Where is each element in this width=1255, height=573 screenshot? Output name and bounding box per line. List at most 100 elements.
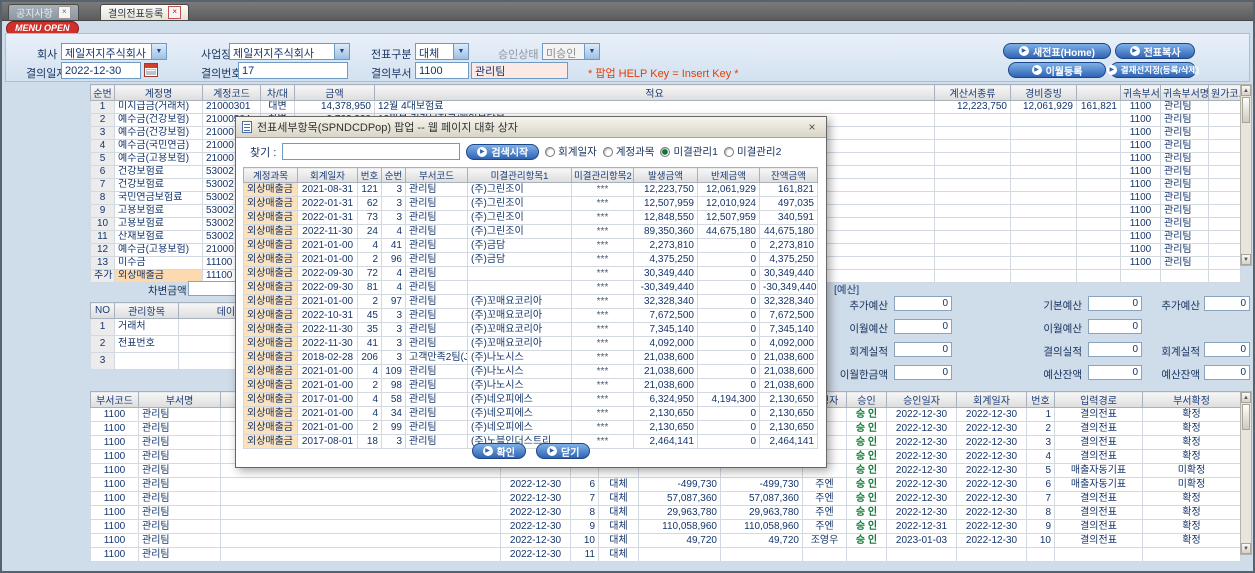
cell[interactable] bbox=[467, 280, 572, 295]
cell[interactable]: 1100 bbox=[90, 449, 139, 464]
cell[interactable]: 관리팀 bbox=[138, 435, 221, 450]
cell[interactable] bbox=[1076, 269, 1121, 283]
cell[interactable]: 7,345,140 bbox=[633, 322, 698, 337]
cell[interactable] bbox=[956, 547, 1027, 562]
cell[interactable]: *** bbox=[571, 336, 634, 351]
cell[interactable]: (주)나노시스 bbox=[467, 364, 572, 379]
cell[interactable]: 5 bbox=[1026, 463, 1055, 478]
column-header[interactable]: 계정과목 bbox=[243, 167, 298, 183]
table-row[interactable]: 외상매출금 2022-01-31 73 3 관리팀 (주)그린조이 *** 12,848,55… bbox=[243, 210, 818, 225]
cell[interactable]: 9 bbox=[570, 519, 599, 534]
cell[interactable]: 2022-12-30 bbox=[956, 519, 1027, 534]
cell[interactable]: 관리팀 bbox=[405, 224, 468, 239]
cell[interactable] bbox=[220, 477, 501, 492]
table-row[interactable]: 외상매출금 2021-01-00 4 109 관리팀 (주)나노시스 *** 21,038,6… bbox=[243, 364, 818, 379]
cell[interactable] bbox=[1076, 165, 1121, 179]
cell[interactable]: 2,130,650 bbox=[759, 392, 818, 407]
cell[interactable]: 34 bbox=[381, 406, 406, 421]
cell[interactable]: 21,038,600 bbox=[759, 364, 818, 379]
column-header[interactable]: 발생금액 bbox=[633, 167, 698, 183]
cell[interactable]: 2022-12-30 bbox=[500, 491, 571, 506]
chevron-down-icon[interactable]: ▼ bbox=[584, 44, 599, 59]
cell[interactable] bbox=[220, 519, 501, 534]
cell[interactable]: 관리팀 bbox=[405, 266, 468, 281]
cell[interactable]: 41 bbox=[357, 336, 382, 351]
cell[interactable]: 12월 4대보험료 bbox=[374, 100, 935, 114]
cell[interactable]: 관리팀 bbox=[138, 421, 221, 436]
cell[interactable]: *** bbox=[571, 238, 634, 253]
popup-close-icon[interactable]: × bbox=[804, 120, 820, 134]
cell[interactable]: 62 bbox=[357, 196, 382, 211]
cell[interactable]: 예수금(고용보험) bbox=[114, 152, 203, 166]
cell[interactable]: 0 bbox=[697, 266, 760, 281]
cell[interactable]: 0 bbox=[697, 378, 760, 393]
cell[interactable]: 0 bbox=[697, 294, 760, 309]
cell[interactable]: 2022-12-30 bbox=[500, 505, 571, 520]
cell[interactable] bbox=[1010, 191, 1077, 205]
cell[interactable]: 2022-12-30 bbox=[500, 477, 571, 492]
cell[interactable] bbox=[1076, 243, 1121, 257]
cell[interactable]: 외상매출금 bbox=[243, 378, 298, 393]
cell[interactable]: 외상매출금 bbox=[243, 224, 298, 239]
cell[interactable]: 21,038,600 bbox=[633, 378, 698, 393]
cell[interactable]: 2022-12-30 bbox=[886, 421, 957, 436]
dept-code-input[interactable] bbox=[415, 62, 469, 79]
cell[interactable]: 44,675,180 bbox=[759, 224, 818, 239]
cell[interactable]: 12 bbox=[90, 243, 115, 257]
cell[interactable]: 관리팀 bbox=[1160, 100, 1209, 114]
cell[interactable]: -30,349,440 bbox=[633, 280, 698, 295]
copy-slip-button[interactable]: ▶ 전표복사 bbox=[1115, 43, 1195, 59]
cell[interactable] bbox=[934, 243, 1011, 257]
cell[interactable] bbox=[934, 113, 1011, 127]
cell[interactable]: 497,035 bbox=[759, 196, 818, 211]
cell[interactable]: 외상매출금 bbox=[243, 336, 298, 351]
cell[interactable]: 8 bbox=[90, 191, 115, 205]
cell[interactable]: 2022-12-30 bbox=[500, 519, 571, 534]
cell[interactable] bbox=[638, 547, 721, 562]
cell[interactable]: 2022-12-30 bbox=[956, 435, 1027, 450]
table-row[interactable]: 외상매출금 2021-01-00 4 41 관리팀 (주)금담 *** 2,273,810 0 2… bbox=[243, 238, 818, 253]
column-header[interactable]: 회계일자 bbox=[956, 391, 1027, 408]
column-header[interactable]: 순번 bbox=[381, 167, 406, 183]
cell[interactable]: 0 bbox=[697, 406, 760, 421]
column-header[interactable]: NO bbox=[90, 302, 115, 319]
table-row[interactable]: 외상매출금 2022-11-30 24 4 관리팀 (주)그린조이 *** 89,350,36… bbox=[243, 224, 818, 239]
cell[interactable] bbox=[934, 230, 1011, 244]
cell[interactable] bbox=[1076, 204, 1121, 218]
cell[interactable]: 관리팀 bbox=[138, 505, 221, 520]
cell[interactable]: 4,092,000 bbox=[759, 336, 818, 351]
cell[interactable]: 2,130,650 bbox=[633, 420, 698, 435]
column-header[interactable]: 금액 bbox=[294, 84, 375, 101]
cell[interactable] bbox=[1076, 230, 1121, 244]
cell[interactable]: 4 bbox=[90, 139, 115, 153]
cell[interactable] bbox=[934, 204, 1011, 218]
cell[interactable]: 고용보험료 bbox=[114, 204, 203, 218]
cell[interactable]: 예수금(건강보험) bbox=[114, 113, 203, 127]
table-row[interactable]: 외상매출금 2022-09-30 72 4 관리팀 *** 30,349,440 0 30,34… bbox=[243, 266, 818, 281]
cell[interactable]: 21,038,600 bbox=[759, 378, 818, 393]
cell[interactable]: 미지급금(거래처) bbox=[114, 100, 203, 114]
cell[interactable]: 1100 bbox=[1120, 204, 1161, 218]
cell[interactable]: 1100 bbox=[90, 435, 139, 450]
table-row[interactable]: 외상매출금 2022-10-31 45 3 관리팀 (주)꼬매요코리아 *** 7,672,5… bbox=[243, 308, 818, 323]
cell[interactable]: 조영우 bbox=[802, 533, 847, 548]
cell[interactable]: 승 인 bbox=[846, 505, 887, 520]
cell[interactable]: 81 bbox=[357, 280, 382, 295]
cell[interactable] bbox=[934, 256, 1011, 270]
cell[interactable] bbox=[1208, 126, 1241, 140]
cell[interactable]: -499,730 bbox=[720, 477, 803, 492]
bizplace-select[interactable]: 제일저지주식회사 ▼ bbox=[229, 43, 350, 60]
cell[interactable]: 7 bbox=[570, 491, 599, 506]
column-header[interactable]: 승인일자 bbox=[886, 391, 957, 408]
dept-name-field[interactable] bbox=[471, 62, 568, 79]
cell[interactable]: 외상매출금 bbox=[243, 196, 298, 211]
cell[interactable]: 1100 bbox=[90, 491, 139, 506]
cell[interactable]: 예수금(국민연금) bbox=[114, 139, 203, 153]
cell[interactable]: 예수금(건강보험) bbox=[114, 126, 203, 140]
cell[interactable]: *** bbox=[571, 266, 634, 281]
cell[interactable]: 11 bbox=[570, 547, 599, 562]
cell[interactable]: 21,038,600 bbox=[633, 350, 698, 365]
cell[interactable]: 3 bbox=[381, 182, 406, 197]
cell[interactable]: 2022-01-31 bbox=[297, 210, 358, 225]
cell[interactable]: *** bbox=[571, 350, 634, 365]
